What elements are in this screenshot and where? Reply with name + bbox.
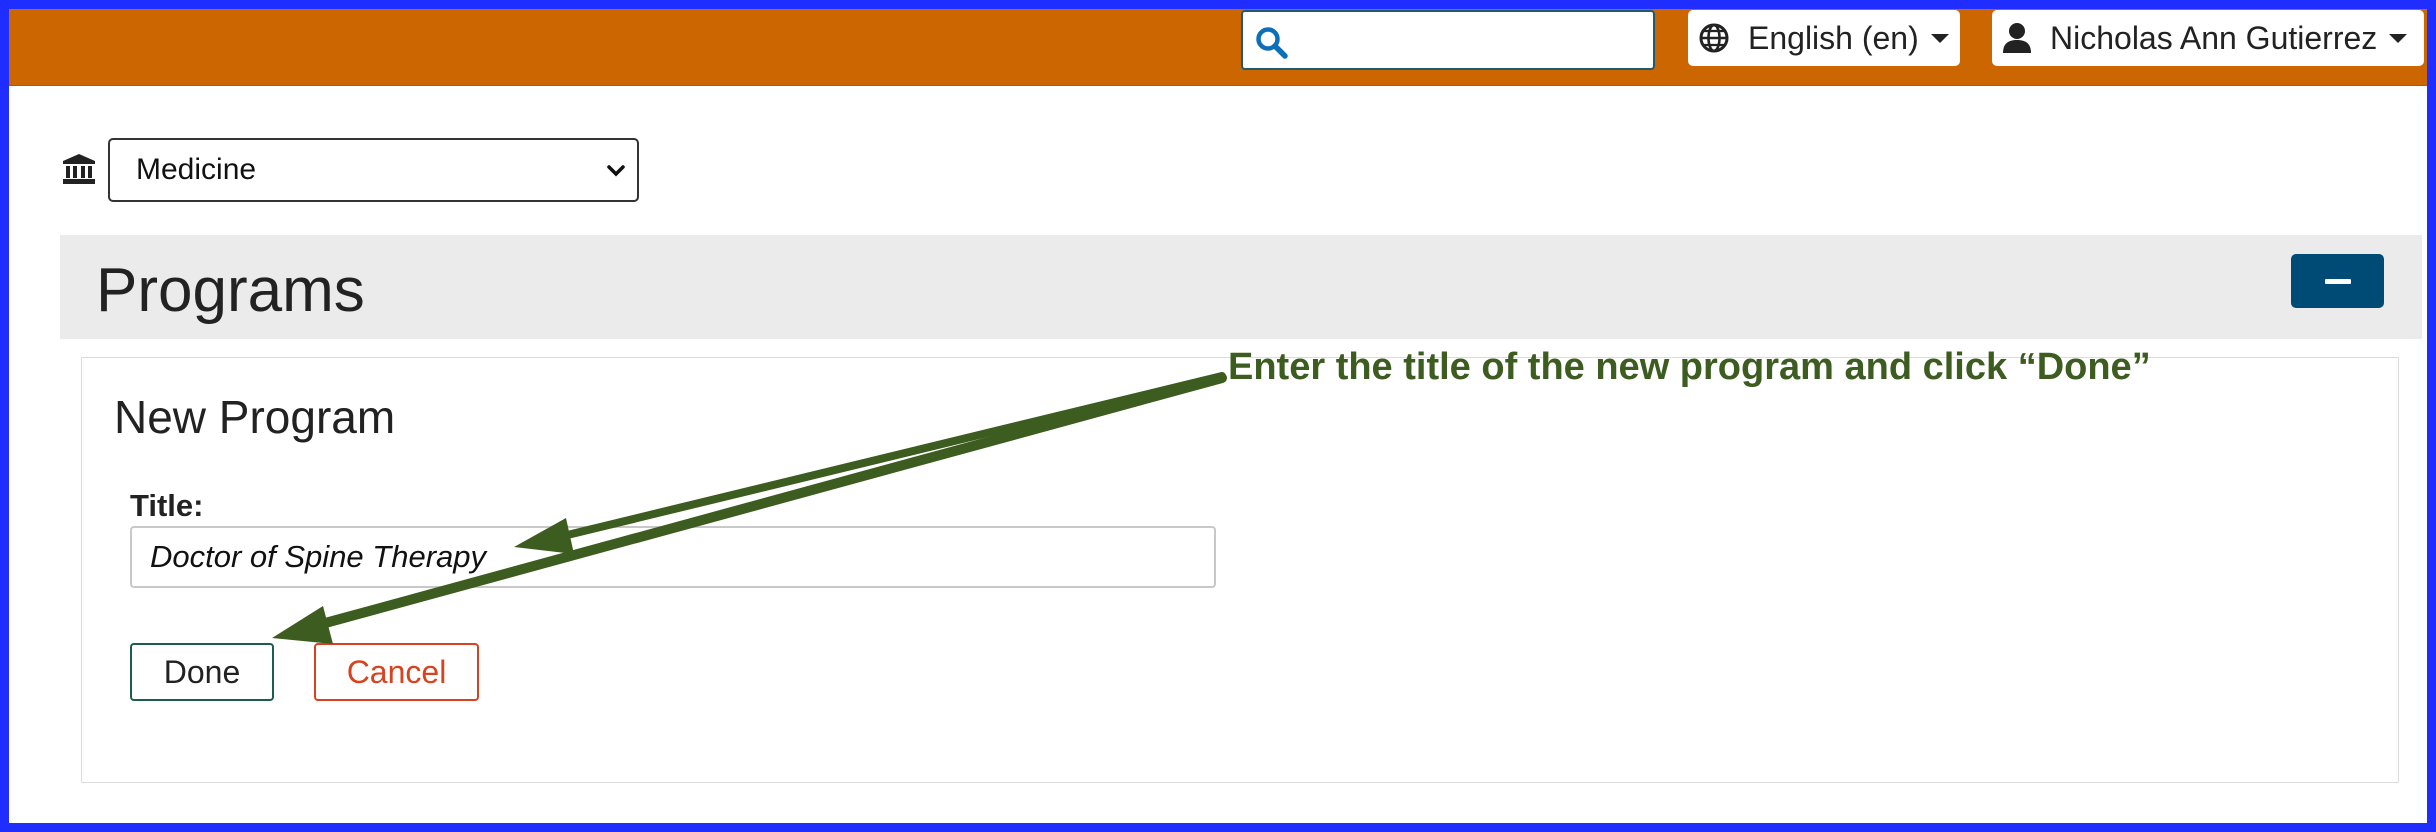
user-name[interactable]: Nicholas Ann Gutierrez [2050, 20, 2377, 57]
globe-icon [1699, 23, 1729, 53]
title-field-label: Title: [130, 488, 204, 523]
language-menu[interactable]: English (en) [1688, 10, 1960, 66]
new-program-panel: New Program Title: Doctor of Spine Thera… [81, 357, 2399, 783]
top-navbar: English (en) Nicholas Ann Gutierrez [0, 0, 2436, 86]
search-box[interactable] [1241, 10, 1655, 70]
user-icon [2003, 23, 2031, 53]
annotation-text: Enter the title of the new program and c… [1228, 346, 2151, 388]
institution-icon [63, 154, 95, 184]
chevron-down-icon [607, 165, 625, 177]
collapse-button[interactable] [2291, 254, 2384, 308]
page-title: Programs [96, 256, 365, 325]
search-icon[interactable] [1255, 26, 1289, 60]
institution-select[interactable]: Medicine [108, 138, 639, 202]
title-input[interactable]: Doctor of Spine Therapy [130, 526, 1216, 588]
language-label[interactable]: English (en) [1748, 20, 1919, 57]
user-menu[interactable]: Nicholas Ann Gutierrez [1992, 10, 2424, 66]
search-input[interactable] [1301, 20, 1645, 62]
caret-down-icon [2389, 34, 2408, 43]
institution-select-value: Medicine [136, 153, 257, 186]
cancel-button[interactable]: Cancel [314, 643, 479, 701]
programs-header: Programs [60, 235, 2422, 339]
done-button[interactable]: Done [130, 643, 274, 701]
caret-down-icon [1930, 34, 1949, 43]
panel-title: New Program [114, 391, 396, 443]
minus-icon [2325, 279, 2351, 284]
